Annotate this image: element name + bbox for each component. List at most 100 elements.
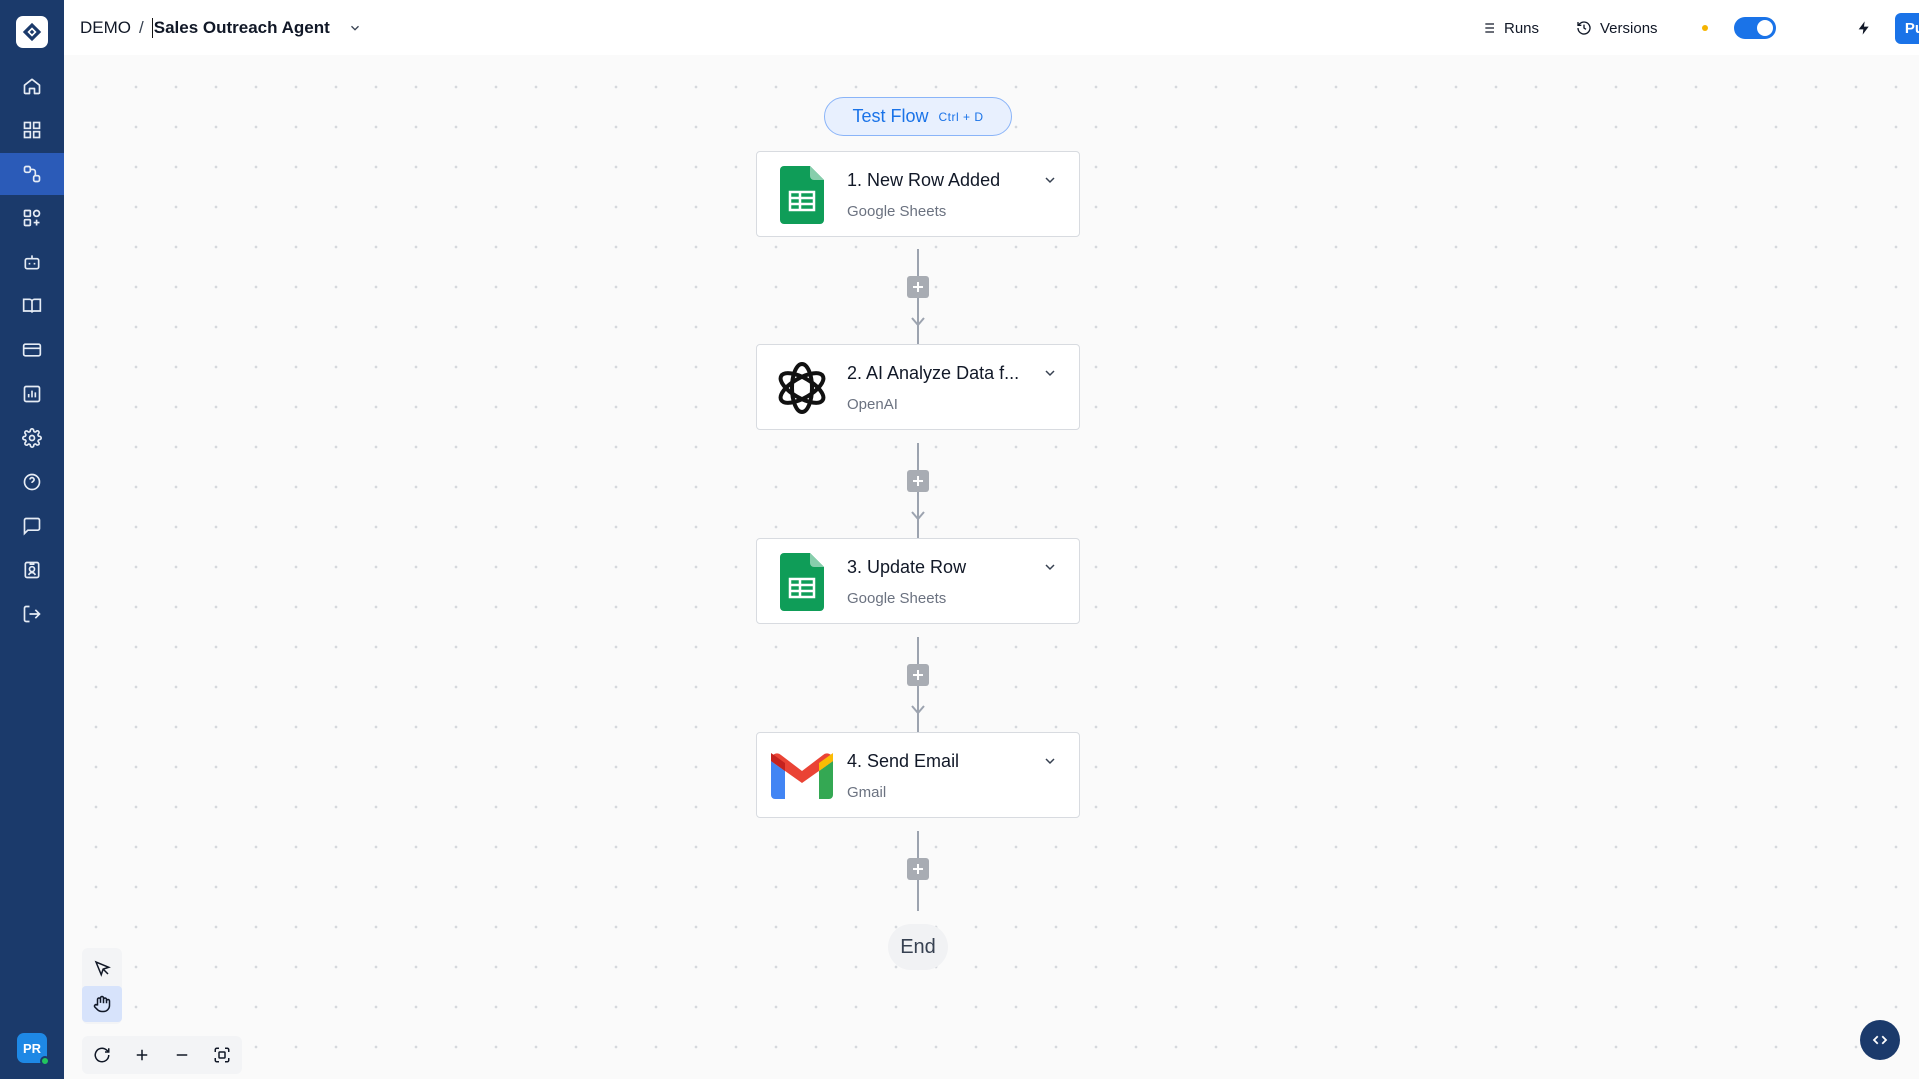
plus-icon [913, 864, 923, 874]
logo-icon [22, 22, 42, 42]
runs-button[interactable]: Runs [1480, 16, 1539, 40]
reset-view-button[interactable] [87, 1040, 117, 1070]
step-2-app-icon [771, 357, 833, 419]
versions-label: Versions [1600, 19, 1658, 37]
chat-icon [23, 517, 41, 536]
test-flow-button[interactable]: Test Flow Ctrl + D [824, 97, 1012, 136]
sidebar-item-docs[interactable] [0, 285, 64, 327]
runs-label: Runs [1504, 19, 1540, 37]
sidebar-item-analytics[interactable] [0, 373, 64, 415]
code-icon [1872, 1035, 1888, 1045]
breadcrumb: DEMO / Sales Outreach Agent [80, 17, 362, 39]
breadcrumb-project[interactable]: DEMO [80, 18, 131, 38]
test-flow-label: Test Flow [852, 106, 929, 126]
badge-icon [24, 561, 40, 579]
sidebar-item-account[interactable] [0, 549, 64, 591]
sidebar-item-billing[interactable] [0, 329, 64, 371]
chevron-down-icon[interactable] [1042, 559, 1058, 575]
home-icon [23, 78, 41, 95]
plus-icon [136, 1049, 148, 1061]
list-icon [1482, 23, 1494, 33]
flow-end-node: End [888, 924, 948, 970]
avatar-initials: PR [22, 1040, 42, 1056]
minus-icon [176, 1054, 188, 1056]
plus-icon [913, 282, 923, 292]
dashboard-grid-icon [23, 121, 41, 139]
chart-icon [23, 385, 41, 403]
status-dot [1702, 25, 1708, 31]
flows-icon [23, 165, 41, 183]
google-sheets-icon [780, 553, 824, 611]
flow-canvas[interactable]: Test Flow Ctrl + D 1. New Row Added Goog… [64, 55, 1919, 1079]
add-step-button[interactable] [907, 276, 929, 298]
code-view-button[interactable] [1860, 1020, 1900, 1060]
online-status-dot [40, 1056, 50, 1066]
test-flow-shortcut: Ctrl + D [938, 109, 984, 124]
google-sheets-icon [780, 166, 824, 224]
sidebar-item-apps[interactable] [0, 197, 64, 239]
chevron-down-icon[interactable] [1042, 172, 1058, 188]
step-4-app-icon [771, 745, 833, 807]
card-icon [22, 343, 42, 357]
sidebar-item-agents[interactable] [0, 241, 64, 283]
refresh-icon [94, 1047, 110, 1063]
apps-icon [23, 209, 41, 227]
sidebar-item-logout[interactable] [0, 593, 64, 635]
pan-mode-button[interactable] [82, 986, 122, 1022]
add-step-button[interactable] [907, 858, 929, 880]
chevron-down-icon[interactable] [348, 21, 362, 35]
fit-screen-icon [214, 1047, 230, 1063]
add-step-button[interactable] [907, 664, 929, 686]
flow-step-4[interactable]: 4. Send Email Gmail [756, 732, 1080, 818]
sidebar-item-feedback[interactable] [0, 505, 64, 547]
flow-step-2[interactable]: 2. AI Analyze Data f... OpenAI [756, 344, 1080, 430]
gmail-icon [771, 753, 833, 799]
openai-icon [778, 362, 826, 414]
pointer-icon [94, 960, 111, 977]
breadcrumb-separator: / [139, 18, 144, 37]
app-logo[interactable] [16, 16, 48, 48]
flow-enabled-toggle[interactable] [1734, 17, 1776, 39]
chevron-down-icon[interactable] [1042, 753, 1058, 769]
bolt-icon [1858, 21, 1869, 35]
step-1-title: 1. New Row Added [847, 170, 1001, 190]
top-header: DEMO / Sales Outreach Agent Runs Version… [64, 0, 1919, 55]
sidebar-item-flows[interactable] [0, 153, 64, 195]
step-4-app-name: Gmail [847, 784, 887, 801]
arrow-down-icon [911, 705, 925, 715]
gear-icon [22, 428, 42, 448]
step-3-title: 3. Update Row [847, 557, 967, 577]
step-2-app-name: OpenAI [847, 396, 898, 413]
versions-button[interactable]: Versions [1576, 16, 1658, 40]
arrow-down-icon [911, 317, 925, 327]
plus-icon [913, 476, 923, 486]
chevron-down-icon[interactable] [1042, 365, 1058, 381]
step-3-app-name: Google Sheets [847, 590, 947, 607]
sidebar-item-settings[interactable] [0, 417, 64, 459]
user-avatar[interactable]: PR [17, 1033, 50, 1066]
publish-button[interactable]: Publish [1895, 13, 1919, 44]
toggle-knob [1757, 20, 1773, 36]
history-icon [1577, 21, 1591, 35]
select-mode-button[interactable] [82, 950, 122, 986]
logout-icon [23, 605, 41, 623]
step-3-app-icon [771, 551, 833, 613]
flow-step-1[interactable]: 1. New Row Added Google Sheets [756, 151, 1080, 237]
flow-name-input[interactable]: Sales Outreach Agent [151, 18, 330, 38]
zoom-controls [82, 1036, 242, 1074]
zoom-in-button[interactable] [127, 1040, 157, 1070]
add-step-button[interactable] [907, 470, 929, 492]
app-root: PR DEMO / Sales Outreach Agent Runs Vers… [0, 0, 1919, 1079]
step-1-app-name: Google Sheets [847, 203, 947, 220]
zoom-out-button[interactable] [167, 1040, 197, 1070]
sidebar-item-help[interactable] [0, 461, 64, 503]
sidebar-item-dashboard[interactable] [0, 109, 64, 151]
hand-icon [93, 995, 111, 1013]
instant-run-button[interactable] [1854, 17, 1874, 39]
step-4-title: 4. Send Email [847, 751, 960, 771]
sidebar: PR [0, 0, 64, 1079]
help-icon [23, 473, 41, 491]
sidebar-item-home[interactable] [0, 65, 64, 107]
flow-step-3[interactable]: 3. Update Row Google Sheets [756, 538, 1080, 624]
fit-view-button[interactable] [207, 1040, 237, 1070]
